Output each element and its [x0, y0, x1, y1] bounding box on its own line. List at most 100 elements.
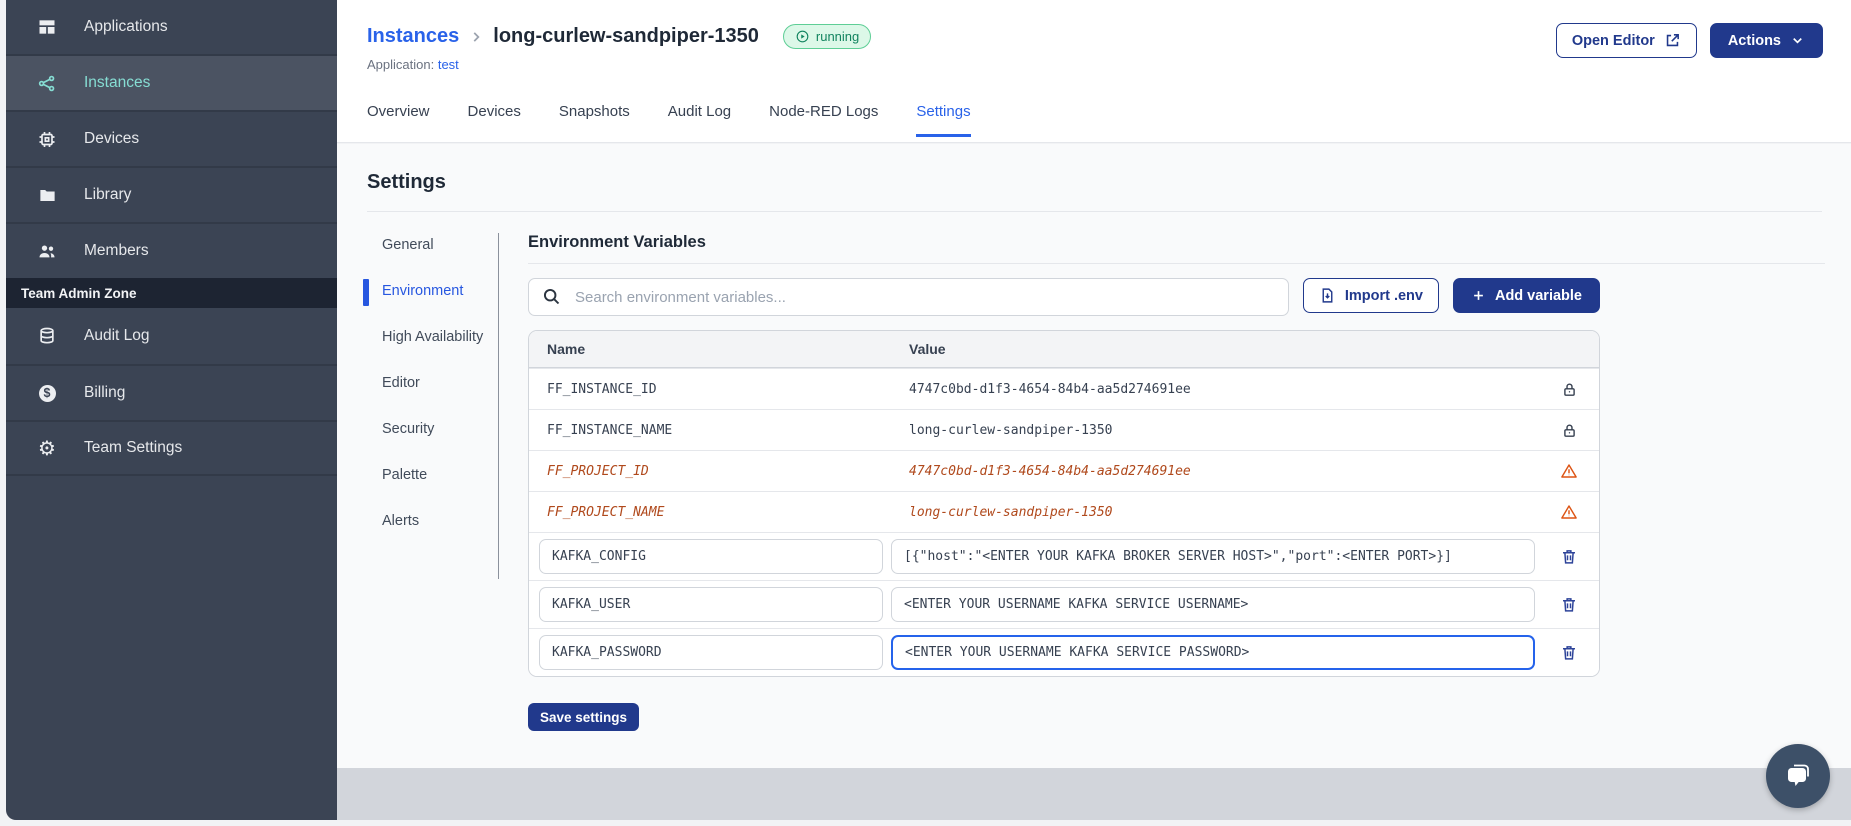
env-var-name: FF_INSTANCE_ID: [547, 381, 657, 397]
open-editor-label: Open Editor: [1571, 32, 1655, 49]
column-header-name: Name: [547, 341, 586, 357]
env-var-value: 4747c0bd-d1f3-4654-84b4-aa5d274691ee: [909, 381, 1191, 397]
subnav-general[interactable]: General: [382, 235, 487, 256]
chevron-down-icon: [1793, 38, 1802, 44]
team-settings-icon: [37, 438, 57, 458]
lock-icon: [1563, 424, 1575, 437]
env-var-value: long-curlew-sandpiper-1350: [909, 504, 1113, 520]
import-env-label: Import .env: [1344, 287, 1423, 304]
delete-variable-button[interactable]: [1560, 595, 1578, 614]
env-var-name: FF_PROJECT_ID: [547, 463, 649, 479]
instance-tabs: Overview Devices Snapshots Audit Log Nod…: [337, 103, 1851, 137]
add-variable-label: Add variable: [1494, 287, 1582, 304]
tab-overview[interactable]: Overview: [367, 103, 430, 137]
search-box: [528, 278, 1289, 316]
import-icon: [1322, 288, 1333, 303]
trash-icon: [1563, 646, 1575, 660]
chat-launcher[interactable]: [1766, 744, 1830, 808]
sidebar-item-team-settings[interactable]: Team Settings: [6, 420, 337, 476]
actions-label: Actions: [1727, 32, 1781, 49]
tab-audit-log[interactable]: Audit Log: [668, 103, 731, 137]
sidebar-item-label: Applications: [84, 18, 168, 35]
table-row: [529, 532, 1599, 580]
breadcrumb-instances-link[interactable]: Instances: [367, 25, 459, 48]
env-var-name: FF_PROJECT_NAME: [547, 504, 665, 520]
env-var-name: FF_INSTANCE_NAME: [547, 422, 673, 438]
sidebar-item-label: Audit Log: [84, 327, 150, 344]
tab-settings[interactable]: Settings: [916, 103, 971, 137]
env-var-value-input[interactable]: [891, 587, 1535, 622]
env-var-name-input[interactable]: [539, 635, 883, 670]
instances-icon: [37, 73, 57, 93]
subnav-alerts[interactable]: Alerts: [382, 511, 487, 532]
sidebar-item-label: Library: [84, 186, 132, 203]
library-icon: [37, 185, 57, 205]
sidebar-item-instances[interactable]: Instances: [6, 54, 337, 110]
page-title: Settings: [367, 171, 446, 193]
table-row: FF_PROJECT_NAME long-curlew-sandpiper-13…: [529, 491, 1599, 532]
tab-devices[interactable]: Devices: [468, 103, 521, 137]
add-variable-button[interactable]: Add variable: [1452, 278, 1600, 313]
env-var-value-input[interactable]: [891, 539, 1535, 574]
chevron-right-icon: [473, 31, 480, 42]
delete-variable-button[interactable]: [1560, 643, 1578, 662]
import-env-button[interactable]: Import .env: [1302, 278, 1439, 313]
subnav-editor[interactable]: Editor: [382, 373, 487, 394]
table-row: FF_PROJECT_ID 4747c0bd-d1f3-4654-84b4-aa…: [529, 450, 1599, 491]
search-icon: [543, 288, 560, 305]
column-header-value: Value: [909, 341, 946, 357]
footer-band: [337, 768, 1851, 820]
table-row: [529, 628, 1599, 676]
save-settings-button[interactable]: Save settings: [528, 703, 640, 731]
status-label: running: [815, 29, 860, 44]
warning-icon: [1561, 464, 1577, 478]
environment-panel: Environment Variables Import .env Add va…: [528, 233, 1851, 731]
sidebar-section-team-admin-zone: Team Admin Zone: [6, 278, 337, 308]
sidebar-item-audit-log[interactable]: Audit Log: [6, 308, 337, 364]
env-var-value: 4747c0bd-d1f3-4654-84b4-aa5d274691ee: [909, 463, 1191, 479]
table-row: [529, 580, 1599, 628]
members-icon: [37, 241, 57, 261]
subnav-security[interactable]: Security: [382, 419, 487, 440]
instance-name: long-curlew-sandpiper-1350: [493, 25, 759, 47]
plus-icon: [1474, 291, 1483, 300]
trash-icon: [1563, 550, 1575, 564]
subnav-environment[interactable]: Environment: [363, 279, 487, 306]
env-var-name-input[interactable]: [539, 539, 883, 574]
actions-button[interactable]: Actions: [1709, 23, 1823, 58]
sidebar-item-devices[interactable]: Devices: [6, 110, 337, 166]
running-icon: [795, 29, 810, 44]
delete-variable-button[interactable]: [1560, 547, 1578, 566]
sidebar-item-library[interactable]: Library: [6, 166, 337, 222]
audit-log-icon: [37, 326, 57, 346]
chat-icon: [1788, 764, 1809, 786]
table-row: FF_INSTANCE_ID 4747c0bd-d1f3-4654-84b4-a…: [529, 368, 1599, 409]
lock-icon: [1563, 383, 1575, 396]
tab-node-red-logs[interactable]: Node-RED Logs: [769, 103, 878, 137]
subnav-palette[interactable]: Palette: [382, 465, 487, 486]
application-link[interactable]: test: [438, 57, 459, 72]
search-input[interactable]: [528, 278, 1289, 316]
devices-icon: [37, 129, 57, 149]
sidebar: Applications Instances Devices Library M…: [6, 0, 337, 820]
sidebar-item-applications[interactable]: Applications: [6, 0, 337, 54]
sidebar-item-label: Team Settings: [84, 439, 183, 456]
tab-snapshots[interactable]: Snapshots: [559, 103, 630, 137]
settings-subnav: General Environment High Availability Ed…: [363, 233, 499, 579]
table-header: Name Value: [529, 331, 1599, 368]
env-var-value-input-focused[interactable]: [891, 635, 1535, 670]
applications-icon: [37, 17, 57, 37]
env-variables-table: Name Value FF_INSTANCE_ID 4747c0bd-d1f3-…: [528, 330, 1600, 677]
page: Applications Instances Devices Library M…: [0, 0, 1851, 826]
sidebar-item-label: Devices: [84, 130, 140, 147]
sidebar-item-billing[interactable]: Billing: [6, 364, 337, 420]
subnav-high-availability[interactable]: High Availability: [382, 327, 487, 348]
title-divider: [367, 211, 1822, 212]
env-var-name-input[interactable]: [539, 587, 883, 622]
open-editor-button[interactable]: Open Editor: [1555, 23, 1697, 58]
sidebar-item-label: Billing: [84, 384, 126, 401]
sidebar-section-label: Team Admin Zone: [21, 285, 137, 301]
settings-content: Settings General Environment High Availa…: [337, 144, 1851, 768]
sidebar-item-members[interactable]: Members: [6, 222, 337, 278]
warning-icon: [1561, 505, 1577, 519]
